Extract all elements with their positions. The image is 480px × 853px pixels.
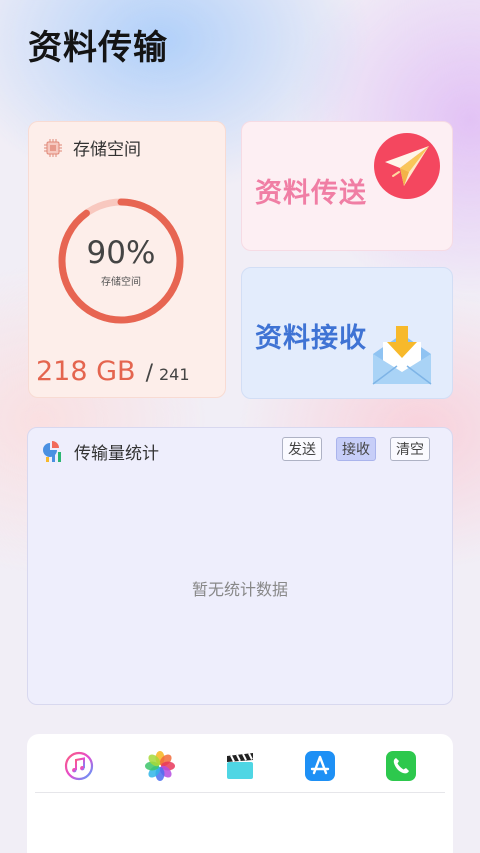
tab-clear[interactable]: 清空 (390, 437, 430, 461)
storage-slash: / (145, 361, 153, 386)
storage-header: 存储空间 (43, 135, 141, 160)
stats-label: 传输量统计 (74, 444, 159, 464)
tab-send[interactable]: 发送 (282, 437, 322, 461)
receive-label: 资料接收 (255, 323, 367, 354)
stats-chart-icon (43, 440, 61, 462)
send-label: 资料传送 (255, 178, 367, 209)
storage-card[interactable]: 存储空间 90% 存储空间 218 GB / 241 (28, 121, 226, 398)
paper-plane-icon (374, 133, 440, 199)
chip-icon (44, 138, 62, 157)
transfer-stats-card: 传输量统计 发送 接收 清空 暂无统计数据 (27, 427, 453, 705)
app-dock (27, 734, 453, 853)
storage-percent: 90% (86, 235, 156, 271)
storage-total: 241 (158, 365, 190, 384)
phone-icon[interactable] (385, 751, 416, 781)
send-card[interactable]: 资料传送 (241, 121, 453, 251)
music-icon[interactable] (64, 751, 94, 781)
storage-size: 218 GB / 241 (36, 356, 190, 387)
tab-receive[interactable]: 接收 (336, 437, 376, 461)
page-title: 资料传输 (28, 28, 168, 68)
dock-divider (35, 792, 445, 793)
stats-header: 传输量统计 (42, 439, 159, 464)
stats-empty-message: 暂无统计数据 (191, 580, 288, 599)
storage-percent-caption: 存储空间 (101, 277, 141, 288)
app-store-icon[interactable] (305, 751, 336, 781)
photos-icon[interactable] (144, 751, 175, 781)
stats-tabs: 发送 接收 清空 (268, 437, 430, 461)
storage-used: 218 GB (36, 356, 136, 387)
storage-label: 存储空间 (73, 140, 141, 160)
video-icon[interactable] (225, 751, 255, 781)
receive-card[interactable]: 资料接收 (241, 267, 453, 399)
inbox-envelope-icon (372, 326, 432, 385)
